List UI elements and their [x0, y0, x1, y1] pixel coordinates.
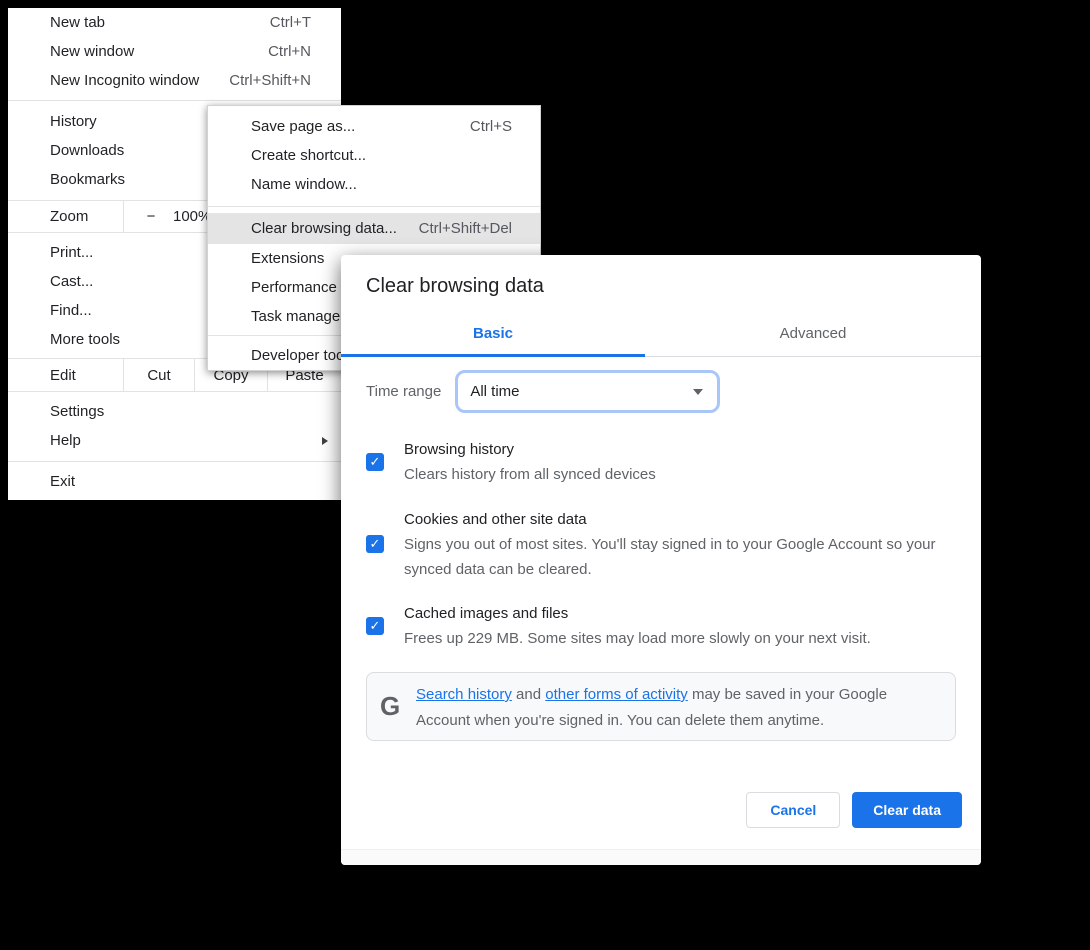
search-history-link[interactable]: Search history: [416, 686, 512, 703]
zoom-level: 100%: [173, 208, 211, 225]
menu-item-new-tab[interactable]: New tab Ctrl+T: [8, 8, 341, 37]
menu-item-label: Settings: [50, 403, 104, 420]
edit-label: Edit: [8, 359, 123, 391]
submenu-item-clear-browsing-data[interactable]: Clear browsing data... Ctrl+Shift+Del: [208, 213, 540, 244]
tab-basic[interactable]: Basic: [341, 310, 645, 356]
dialog-bottom-strip: [341, 849, 981, 865]
checkbox-label: Browsing history: [404, 437, 956, 462]
google-account-notice: G Search history and other forms of acti…: [366, 672, 956, 741]
menu-item-label: History: [50, 113, 97, 130]
menu-shortcut: Ctrl+T: [270, 14, 311, 31]
menu-item-label: Task manager: [251, 308, 345, 325]
checkmark-icon: ✓: [370, 617, 381, 635]
checkbox-row-browsing-history: ✓ Browsing history Clears history from a…: [366, 437, 956, 487]
menu-vertical-divider: [123, 201, 124, 232]
menu-item-label: Create shortcut...: [251, 147, 366, 164]
menu-shortcut: Ctrl+S: [470, 118, 512, 135]
menu-item-label: Name window...: [251, 176, 357, 193]
menu-item-label: Cast...: [50, 273, 93, 290]
checkbox-row-cookies: ✓ Cookies and other site data Signs you …: [366, 507, 956, 582]
dialog-buttons: Cancel Clear data: [746, 792, 962, 828]
menu-item-new-window[interactable]: New window Ctrl+N: [8, 37, 341, 66]
cached-images-checkbox[interactable]: ✓: [366, 617, 384, 635]
cancel-button[interactable]: Cancel: [746, 792, 840, 828]
checkbox-description: Frees up 229 MB. Some sites may load mor…: [404, 626, 956, 651]
tab-basic-label: Basic: [473, 325, 513, 342]
menu-separator: [8, 461, 341, 462]
menu-item-label: Save page as...: [251, 118, 355, 135]
menu-item-label: Extensions: [251, 250, 324, 267]
menu-item-label: Clear browsing data...: [251, 220, 397, 237]
tab-advanced-label: Advanced: [780, 325, 847, 342]
submenu-item-create-shortcut[interactable]: Create shortcut...: [208, 141, 540, 170]
checkbox-label: Cookies and other site data: [404, 507, 956, 532]
notice-text: Search history and other forms of activi…: [416, 673, 921, 740]
menu-shortcut: Ctrl+Shift+N: [229, 72, 311, 89]
checkmark-icon: ✓: [370, 453, 381, 471]
screen: New tab Ctrl+T New window Ctrl+N New Inc…: [0, 0, 1090, 950]
menu-shortcut: Ctrl+Shift+Del: [419, 220, 512, 237]
time-range-dropdown[interactable]: All time: [455, 370, 720, 413]
menu-item-label: New Incognito window: [50, 72, 199, 89]
clear-data-button[interactable]: Clear data: [852, 792, 962, 828]
menu-shortcut: Ctrl+N: [268, 43, 311, 60]
menu-item-settings[interactable]: Settings: [8, 397, 341, 426]
browsing-history-checkbox[interactable]: ✓: [366, 453, 384, 471]
menu-item-label: New tab: [50, 14, 105, 31]
time-range-row: Time range All time: [366, 370, 720, 413]
menu-item-label: Find...: [50, 302, 92, 319]
dialog-title: Clear browsing data: [366, 271, 544, 301]
submenu-arrow-icon: [322, 437, 328, 445]
zoom-label: Zoom: [8, 208, 123, 225]
checkbox-description: Signs you out of most sites. You'll stay…: [404, 532, 956, 582]
submenu-item-name-window[interactable]: Name window...: [208, 170, 540, 199]
checkbox-text-block: Browsing history Clears history from all…: [404, 437, 956, 487]
google-g-icon: G: [380, 691, 406, 722]
zoom-out-button[interactable]: −: [145, 208, 157, 225]
menu-item-label: Performance: [251, 279, 337, 296]
submenu-item-save-page-as[interactable]: Save page as... Ctrl+S: [208, 112, 540, 141]
menu-item-new-incognito-window[interactable]: New Incognito window Ctrl+Shift+N: [8, 66, 341, 95]
menu-item-exit[interactable]: Exit: [8, 467, 341, 496]
menu-item-label: Downloads: [50, 142, 124, 159]
menu-item-label: Print...: [50, 244, 93, 261]
edit-cut-button[interactable]: Cut: [123, 359, 194, 391]
menu-separator: [8, 100, 341, 101]
time-range-label: Time range: [366, 383, 441, 400]
menu-item-label: Help: [50, 432, 81, 449]
menu-item-label: Developer tools: [251, 347, 355, 364]
menu-item-help[interactable]: Help: [8, 426, 341, 455]
checkbox-text-block: Cookies and other site data Signs you ou…: [404, 507, 956, 582]
checkbox-row-cached-images: ✓ Cached images and files Frees up 229 M…: [366, 601, 956, 651]
dialog-tabbar: Basic Advanced: [341, 310, 981, 357]
checkmark-icon: ✓: [370, 535, 381, 553]
cookies-checkbox[interactable]: ✓: [366, 535, 384, 553]
chevron-down-icon: [693, 389, 703, 395]
menu-item-label: New window: [50, 43, 134, 60]
time-range-value: All time: [470, 383, 519, 400]
menu-separator: [208, 206, 540, 207]
other-forms-of-activity-link[interactable]: other forms of activity: [545, 686, 688, 703]
checkbox-text-block: Cached images and files Frees up 229 MB.…: [404, 601, 956, 651]
menu-item-label: Bookmarks: [50, 171, 125, 188]
tab-advanced[interactable]: Advanced: [645, 310, 981, 356]
notice-text-and: and: [512, 686, 545, 703]
checkbox-description: Clears history from all synced devices: [404, 462, 956, 487]
menu-separator: [8, 391, 341, 392]
menu-item-label: Exit: [50, 473, 75, 490]
checkbox-label: Cached images and files: [404, 601, 956, 626]
menu-item-label: More tools: [50, 331, 120, 348]
clear-browsing-data-dialog: Clear browsing data Basic Advanced Time …: [341, 255, 981, 865]
